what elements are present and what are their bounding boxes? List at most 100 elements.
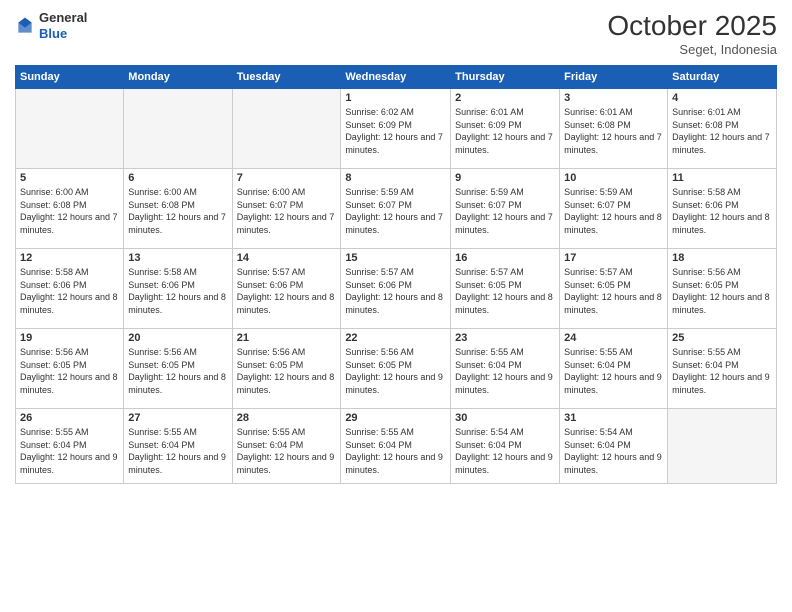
day-info: Sunrise: 5:55 AM Sunset: 6:04 PM Dayligh… bbox=[455, 346, 555, 396]
day-info: Sunrise: 6:00 AM Sunset: 6:07 PM Dayligh… bbox=[237, 186, 337, 236]
weekday-header: Thursday bbox=[451, 66, 560, 89]
calendar-week-row: 1 Sunrise: 6:02 AM Sunset: 6:09 PM Daylig… bbox=[16, 89, 777, 169]
day-info: Sunrise: 5:59 AM Sunset: 6:07 PM Dayligh… bbox=[564, 186, 663, 236]
day-number: 21 bbox=[237, 332, 337, 344]
day-number: 23 bbox=[455, 332, 555, 344]
weekday-header: Friday bbox=[560, 66, 668, 89]
title-block: October 2025 Seget, Indonesia bbox=[607, 10, 777, 57]
day-info: Sunrise: 5:57 AM Sunset: 6:05 PM Dayligh… bbox=[455, 266, 555, 316]
day-number: 6 bbox=[128, 172, 227, 184]
day-info: Sunrise: 5:55 AM Sunset: 6:04 PM Dayligh… bbox=[564, 346, 663, 396]
calendar-cell: 25 Sunrise: 5:55 AM Sunset: 6:04 PM Dayli… bbox=[668, 329, 777, 409]
weekday-header: Tuesday bbox=[232, 66, 341, 89]
weekday-header: Saturday bbox=[668, 66, 777, 89]
day-number: 17 bbox=[564, 252, 663, 264]
calendar-cell: 2Sunrise: 6:01 AM Sunset: 6:09 PM Daylig… bbox=[451, 89, 560, 169]
calendar-cell bbox=[16, 89, 124, 169]
logo-text: General Blue bbox=[39, 10, 87, 41]
day-info: Sunrise: 5:55 AM Sunset: 6:04 PM Dayligh… bbox=[20, 426, 119, 476]
calendar-cell: 27 Sunrise: 5:55 AM Sunset: 6:04 PM Dayli… bbox=[124, 409, 232, 484]
location: Seget, Indonesia bbox=[607, 42, 777, 57]
day-info: Sunrise: 5:55 AM Sunset: 6:04 PM Dayligh… bbox=[672, 346, 772, 396]
calendar-cell: 14 Sunrise: 5:57 AM Sunset: 6:06 PM Dayli… bbox=[232, 249, 341, 329]
day-number: 1 bbox=[345, 92, 446, 104]
day-number: 15 bbox=[345, 252, 446, 264]
calendar-cell: 17Sunrise: 5:57 AM Sunset: 6:05 PM Dayli… bbox=[560, 249, 668, 329]
day-number: 13 bbox=[128, 252, 227, 264]
calendar-cell: 30Sunrise: 5:54 AM Sunset: 6:04 PM Dayli… bbox=[451, 409, 560, 484]
day-number: 11 bbox=[672, 172, 772, 184]
day-number: 12 bbox=[20, 252, 119, 264]
day-info: Sunrise: 5:59 AM Sunset: 6:07 PM Dayligh… bbox=[345, 186, 446, 236]
day-info: Sunrise: 6:02 AM Sunset: 6:09 PM Dayligh… bbox=[345, 106, 446, 156]
calendar-cell: 10 Sunrise: 5:59 AM Sunset: 6:07 PM Dayli… bbox=[560, 169, 668, 249]
day-info: Sunrise: 5:56 AM Sunset: 6:05 PM Dayligh… bbox=[672, 266, 772, 316]
calendar-cell: 19 Sunrise: 5:56 AM Sunset: 6:05 PM Dayli… bbox=[16, 329, 124, 409]
day-number: 14 bbox=[237, 252, 337, 264]
header: General Blue October 2025 Seget, Indones… bbox=[15, 10, 777, 57]
month-title: October 2025 bbox=[607, 10, 777, 42]
day-info: Sunrise: 5:56 AM Sunset: 6:05 PM Dayligh… bbox=[345, 346, 446, 396]
day-info: Sunrise: 6:00 AM Sunset: 6:08 PM Dayligh… bbox=[128, 186, 227, 236]
day-number: 3 bbox=[564, 92, 663, 104]
calendar-week-row: 12 Sunrise: 5:58 AM Sunset: 6:06 PM Dayli… bbox=[16, 249, 777, 329]
day-number: 8 bbox=[345, 172, 446, 184]
logo: General Blue bbox=[15, 10, 87, 41]
day-number: 29 bbox=[345, 412, 446, 424]
calendar-cell: 18 Sunrise: 5:56 AM Sunset: 6:05 PM Dayli… bbox=[668, 249, 777, 329]
calendar-cell: 29Sunrise: 5:55 AM Sunset: 6:04 PM Dayli… bbox=[341, 409, 451, 484]
day-info: Sunrise: 5:58 AM Sunset: 6:06 PM Dayligh… bbox=[128, 266, 227, 316]
calendar-cell: 7 Sunrise: 6:00 AM Sunset: 6:07 PM Daylig… bbox=[232, 169, 341, 249]
calendar-cell: 5Sunrise: 6:00 AM Sunset: 6:08 PM Daylig… bbox=[16, 169, 124, 249]
calendar-cell: 22 Sunrise: 5:56 AM Sunset: 6:05 PM Dayli… bbox=[341, 329, 451, 409]
day-info: Sunrise: 5:58 AM Sunset: 6:06 PM Dayligh… bbox=[20, 266, 119, 316]
day-info: Sunrise: 5:59 AM Sunset: 6:07 PM Dayligh… bbox=[455, 186, 555, 236]
day-info: Sunrise: 6:00 AM Sunset: 6:08 PM Dayligh… bbox=[20, 186, 119, 236]
day-number: 31 bbox=[564, 412, 663, 424]
day-info: Sunrise: 5:56 AM Sunset: 6:05 PM Dayligh… bbox=[237, 346, 337, 396]
calendar-cell: 15 Sunrise: 5:57 AM Sunset: 6:06 PM Dayli… bbox=[341, 249, 451, 329]
calendar-cell: 1 Sunrise: 6:02 AM Sunset: 6:09 PM Daylig… bbox=[341, 89, 451, 169]
calendar-week-row: 26 Sunrise: 5:55 AM Sunset: 6:04 PM Dayli… bbox=[16, 409, 777, 484]
weekday-header: Sunday bbox=[16, 66, 124, 89]
day-info: Sunrise: 5:55 AM Sunset: 6:04 PM Dayligh… bbox=[128, 426, 227, 476]
day-info: Sunrise: 5:57 AM Sunset: 6:06 PM Dayligh… bbox=[237, 266, 337, 316]
logo-blue: Blue bbox=[39, 26, 67, 41]
calendar-cell bbox=[124, 89, 232, 169]
calendar-week-row: 19 Sunrise: 5:56 AM Sunset: 6:05 PM Dayli… bbox=[16, 329, 777, 409]
calendar-cell: 6 Sunrise: 6:00 AM Sunset: 6:08 PM Daylig… bbox=[124, 169, 232, 249]
calendar-cell: 31 Sunrise: 5:54 AM Sunset: 6:04 PM Dayli… bbox=[560, 409, 668, 484]
day-number: 18 bbox=[672, 252, 772, 264]
calendar-cell: 26 Sunrise: 5:55 AM Sunset: 6:04 PM Dayli… bbox=[16, 409, 124, 484]
day-number: 27 bbox=[128, 412, 227, 424]
calendar-cell: 8 Sunrise: 5:59 AM Sunset: 6:07 PM Daylig… bbox=[341, 169, 451, 249]
calendar-cell: 20Sunrise: 5:56 AM Sunset: 6:05 PM Dayli… bbox=[124, 329, 232, 409]
day-number: 10 bbox=[564, 172, 663, 184]
calendar-cell: 12 Sunrise: 5:58 AM Sunset: 6:06 PM Dayli… bbox=[16, 249, 124, 329]
logo-icon bbox=[15, 16, 35, 36]
day-info: Sunrise: 5:56 AM Sunset: 6:05 PM Dayligh… bbox=[20, 346, 119, 396]
calendar-cell: 21 Sunrise: 5:56 AM Sunset: 6:05 PM Dayli… bbox=[232, 329, 341, 409]
calendar-cell: 28Sunrise: 5:55 AM Sunset: 6:04 PM Dayli… bbox=[232, 409, 341, 484]
weekday-header: Monday bbox=[124, 66, 232, 89]
calendar-cell bbox=[668, 409, 777, 484]
day-number: 22 bbox=[345, 332, 446, 344]
day-number: 24 bbox=[564, 332, 663, 344]
weekday-header: Wednesday bbox=[341, 66, 451, 89]
day-number: 28 bbox=[237, 412, 337, 424]
calendar-cell: 16Sunrise: 5:57 AM Sunset: 6:05 PM Dayli… bbox=[451, 249, 560, 329]
calendar: SundayMondayTuesdayWednesdayThursdayFrid… bbox=[15, 65, 777, 484]
day-number: 7 bbox=[237, 172, 337, 184]
day-number: 9 bbox=[455, 172, 555, 184]
calendar-cell: 3Sunrise: 6:01 AM Sunset: 6:08 PM Daylig… bbox=[560, 89, 668, 169]
page: General Blue October 2025 Seget, Indones… bbox=[0, 0, 792, 612]
day-info: Sunrise: 6:01 AM Sunset: 6:08 PM Dayligh… bbox=[672, 106, 772, 156]
logo-general: General bbox=[39, 10, 87, 25]
day-info: Sunrise: 5:57 AM Sunset: 6:06 PM Dayligh… bbox=[345, 266, 446, 316]
day-number: 19 bbox=[20, 332, 119, 344]
day-number: 26 bbox=[20, 412, 119, 424]
day-info: Sunrise: 5:54 AM Sunset: 6:04 PM Dayligh… bbox=[564, 426, 663, 476]
day-number: 25 bbox=[672, 332, 772, 344]
calendar-cell: 13 Sunrise: 5:58 AM Sunset: 6:06 PM Dayli… bbox=[124, 249, 232, 329]
calendar-cell: 23 Sunrise: 5:55 AM Sunset: 6:04 PM Dayli… bbox=[451, 329, 560, 409]
